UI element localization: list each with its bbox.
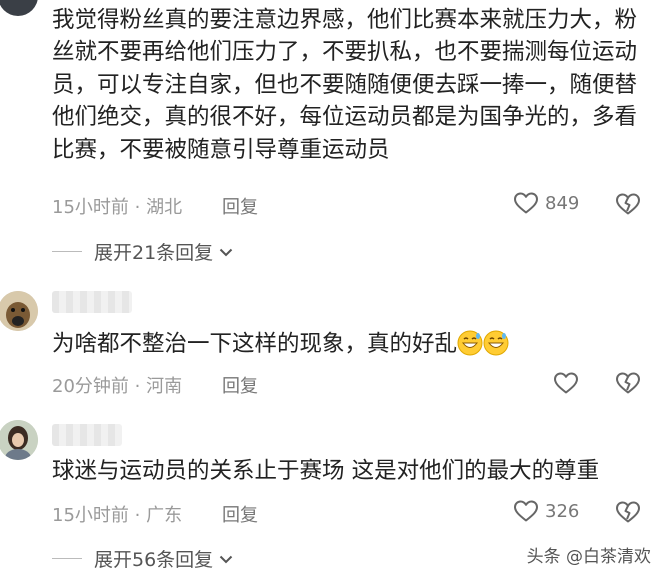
reply-button[interactable]: 回复: [222, 372, 258, 398]
person-avatar-image: [0, 420, 38, 460]
comment-meta: 20分钟前 · 河南: [52, 376, 183, 397]
expand-replies-label: 展开21条回复: [94, 242, 214, 264]
broken-heart-icon: [616, 193, 640, 215]
reply-button[interactable]: 回复: [222, 193, 258, 219]
broken-heart-icon: [616, 372, 640, 394]
chevron-down-icon: [219, 248, 233, 256]
like-button[interactable]: 326: [513, 499, 579, 523]
avatar[interactable]: [0, 291, 38, 331]
comment-text: 球迷与运动员的关系止于赛场 这是对他们的最大的尊重: [52, 458, 600, 484]
divider: [52, 251, 82, 252]
comment-meta: 15小时前 · 广东: [52, 505, 183, 526]
expand-replies-button[interactable]: 展开56条回复: [52, 545, 235, 572]
like-button[interactable]: 849: [513, 191, 579, 215]
avatar[interactable]: [0, 420, 38, 460]
like-count: 849: [545, 192, 580, 214]
dog-avatar-image: [0, 291, 38, 331]
comment-text-body: 为啥都不整治一下这样的现象，真的好乱: [52, 331, 458, 357]
dislike-button[interactable]: [614, 370, 642, 396]
expand-replies-button[interactable]: 展开21条回复: [52, 238, 235, 265]
dislike-button[interactable]: [614, 191, 642, 217]
broken-heart-icon: [616, 501, 640, 523]
username-blurred[interactable]: [52, 424, 122, 446]
like-button[interactable]: [552, 370, 580, 396]
heart-outline-icon: [514, 500, 538, 522]
watermark: 头条 @白茶清欢: [526, 547, 651, 567]
expand-replies-label: 展开56条回复: [94, 549, 214, 571]
chevron-down-icon: [219, 555, 233, 563]
dislike-button[interactable]: [614, 499, 642, 525]
divider: [52, 558, 82, 559]
username-blurred[interactable]: [52, 291, 132, 313]
comment-text: 为啥都不整治一下这样的现象，真的好乱: [52, 328, 652, 365]
heart-outline-icon: [554, 372, 578, 394]
reply-button[interactable]: 回复: [222, 501, 258, 527]
like-count: 326: [545, 500, 580, 522]
heart-outline-icon: [514, 192, 538, 214]
avatar[interactable]: [0, 0, 38, 16]
comment-meta: 15小时前 · 湖北: [52, 197, 183, 218]
comment-text: 我觉得粉丝真的要注意边界感，他们比赛本来就压力大，粉丝就不要再给他们压力了，不要…: [52, 7, 638, 163]
grinning-sweat-emoji: [457, 330, 509, 365]
